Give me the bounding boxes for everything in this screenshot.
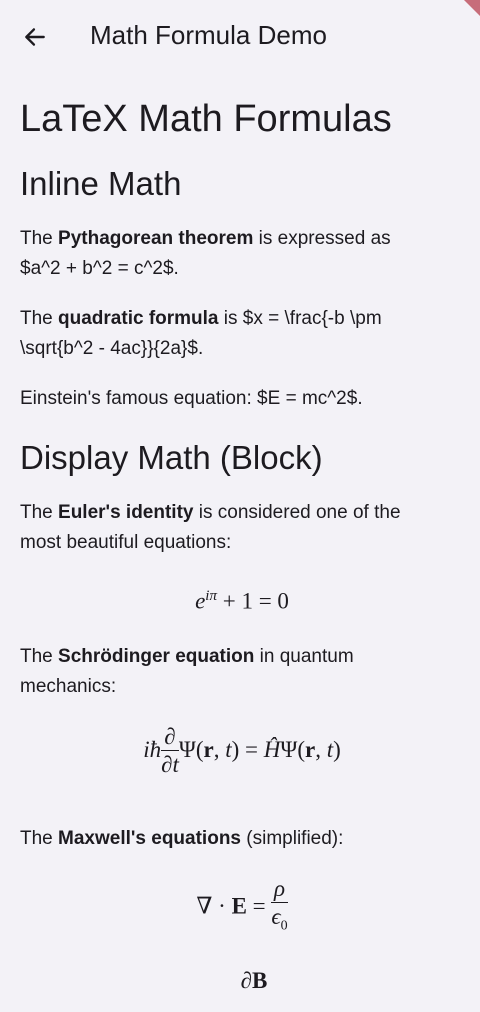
- pythagorean-bold: Pythagorean theorem: [58, 228, 254, 249]
- app-bar-title: Math Formula Demo: [90, 20, 327, 50]
- quadratic-bold: quadratic formula: [58, 308, 219, 329]
- app-bar: Math Formula Demo: [0, 0, 480, 76]
- maxwell-paragraph: The Maxwell's equations (simplified):: [20, 828, 344, 849]
- inline-math-heading: Inline Math: [20, 165, 182, 202]
- schrodinger-paragraph: The Schrödinger equation in quantum mech…: [20, 646, 354, 697]
- schrodinger-formula: iħ ∂ ∂t Ψ(r, t) = ĤΨ(r, t): [143, 724, 341, 777]
- display-math-heading: Display Math (Block): [20, 439, 323, 476]
- maxwell-gauss-formula: ∇ · E = ρ ϵ0: [20, 876, 464, 946]
- schrodinger-bold: Schrödinger equation: [58, 646, 255, 667]
- debug-banner-corner: [464, 0, 480, 16]
- maxwell-bold: Maxwell's equations: [58, 828, 241, 849]
- maxwell-faraday-formula-partial: ∂B: [240, 968, 268, 993]
- euler-paragraph: The Euler's identity is considered one o…: [20, 502, 401, 553]
- euler-bold: Euler's identity: [58, 502, 194, 523]
- quadratic-paragraph: The quadratic formula is $x = \frac{-b \…: [20, 308, 382, 359]
- arrow-left-icon[interactable]: [22, 24, 48, 50]
- page-heading: LaTeX Math Formulas: [20, 98, 392, 140]
- pythagorean-paragraph: The Pythagorean theorem is expressed as …: [20, 228, 391, 279]
- article-content: LaTeX Math Formulas Inline Math The Pyth…: [20, 96, 464, 994]
- euler-formula: eiπ + 1 = 0: [195, 588, 289, 614]
- einstein-paragraph: Einstein's famous equation: $E = mc^2$.: [20, 388, 363, 409]
